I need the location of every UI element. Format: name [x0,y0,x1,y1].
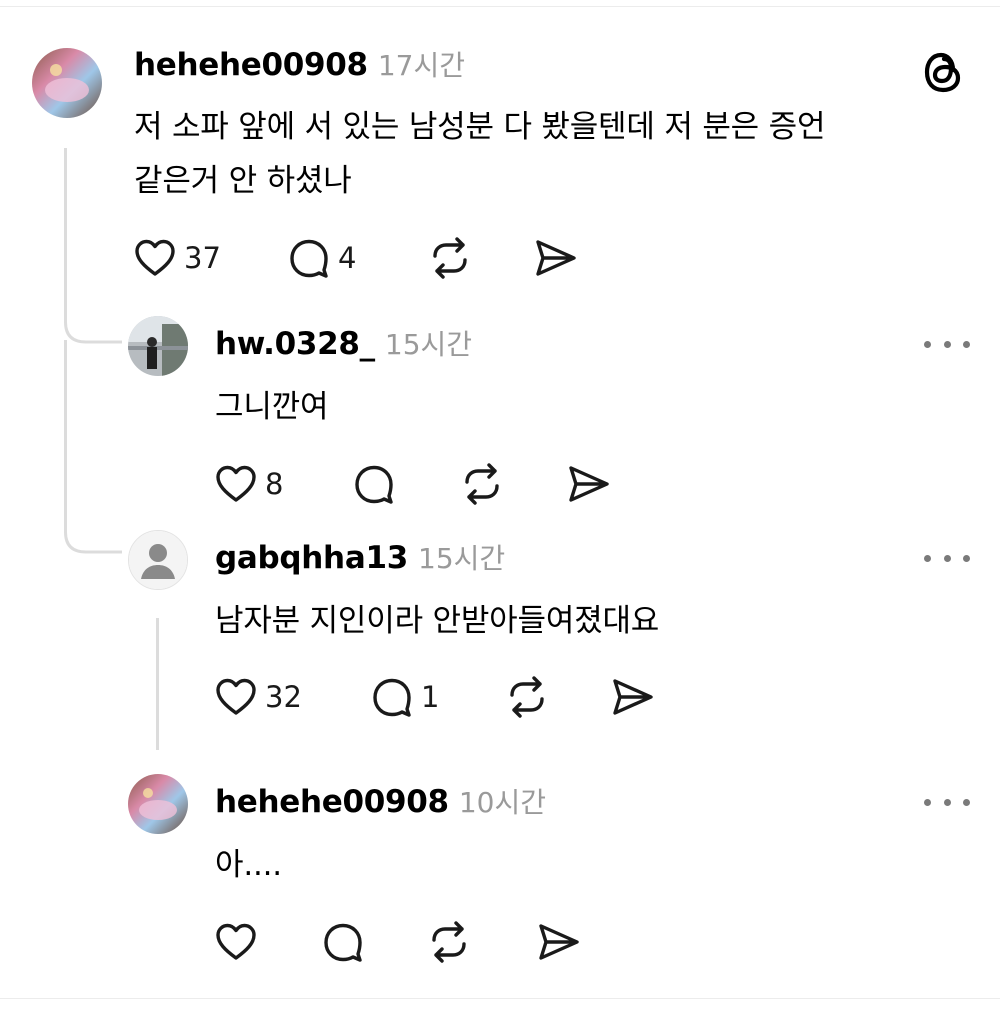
threads-logo-icon[interactable] [920,48,966,96]
thread-line-main [64,148,67,320]
more-options-icon [924,554,931,562]
repost-icon [433,237,467,279]
like-count: 37 [184,241,221,275]
timestamp: 10시간 [458,786,546,819]
share-button[interactable] [534,234,578,282]
username[interactable]: hehehe00908 [134,47,368,83]
heart-icon [216,465,256,502]
like-button[interactable]: 8 [215,460,283,508]
repost-button[interactable] [427,918,471,966]
reply-button[interactable]: 4 [288,234,356,282]
comment-bubble-icon [355,465,393,504]
like-count: 8 [265,467,284,501]
action-bar: 32 1 [215,673,655,721]
bottom-divider [0,998,1000,999]
username[interactable]: hw.0328_ [215,326,375,362]
comment-text-line: 아.... [215,847,282,883]
more-options-button[interactable] [924,792,970,812]
repost-icon [465,463,499,505]
reply-count: 4 [338,241,357,275]
reply-button[interactable]: 1 [371,673,439,721]
comment-bubble-icon [373,678,411,717]
thread-line-main-2 [64,340,67,530]
like-button[interactable] [215,918,257,966]
like-button[interactable]: 32 [215,673,302,721]
comment-header: hehehe00908 17시간 [134,47,465,84]
repost-button[interactable] [505,673,549,721]
avatar[interactable] [32,48,102,118]
avatar[interactable] [128,316,188,376]
repost-button[interactable] [460,460,504,508]
share-button[interactable] [537,918,581,966]
thread-curve-2 [64,520,122,554]
send-icon [536,240,576,276]
more-options-button[interactable] [924,548,970,568]
action-bar [215,918,595,966]
more-options-icon [924,340,931,348]
heart-icon [216,923,256,960]
repost-button[interactable] [428,234,472,282]
comment-header: gabqhha13 15시간 [215,540,505,577]
comment-bubble-icon [324,923,362,962]
comment-bubble-icon [290,239,328,278]
action-bar: 8 [215,460,635,508]
reply-button[interactable] [322,918,364,966]
share-button[interactable] [611,673,655,721]
share-button[interactable] [567,460,611,508]
heart-icon [135,239,175,276]
repost-icon [510,676,544,718]
comment-text-line: 남자분 지인이라 안받아들여졌대요 [215,603,660,639]
comment-header: hw.0328_ 15시간 [215,326,472,363]
repost-icon [432,921,466,963]
action-bar: 37 4 [134,234,594,282]
reply-count: 1 [421,680,440,714]
comment-text-line: 저 소파 앞에 서 있는 남성분 다 봤을텐데 저 분은 증언 [134,109,826,145]
thread-curve-1 [64,310,122,344]
top-divider [0,6,1000,7]
avatar[interactable] [128,530,188,590]
username[interactable]: gabqhha13 [215,540,408,576]
send-icon [569,466,609,502]
timestamp: 15시간 [384,328,473,361]
comment-text-line: 그니깐여 [215,389,329,425]
comment-text-line: 같은거 안 하셨나 [134,163,352,199]
send-icon [613,679,653,715]
reply-button[interactable] [353,460,395,508]
more-options-button[interactable] [924,334,970,354]
avatar[interactable] [128,774,188,834]
more-options-icon [924,798,931,806]
send-icon [539,924,579,960]
timestamp: 17시간 [377,49,465,82]
heart-icon [216,678,256,715]
like-button[interactable]: 37 [134,234,221,282]
comment-header: hehehe00908 10시간 [215,784,546,821]
thread-line-reply [156,618,159,750]
like-count: 32 [265,680,302,714]
username[interactable]: hehehe00908 [215,784,449,820]
timestamp: 15시간 [418,542,506,575]
